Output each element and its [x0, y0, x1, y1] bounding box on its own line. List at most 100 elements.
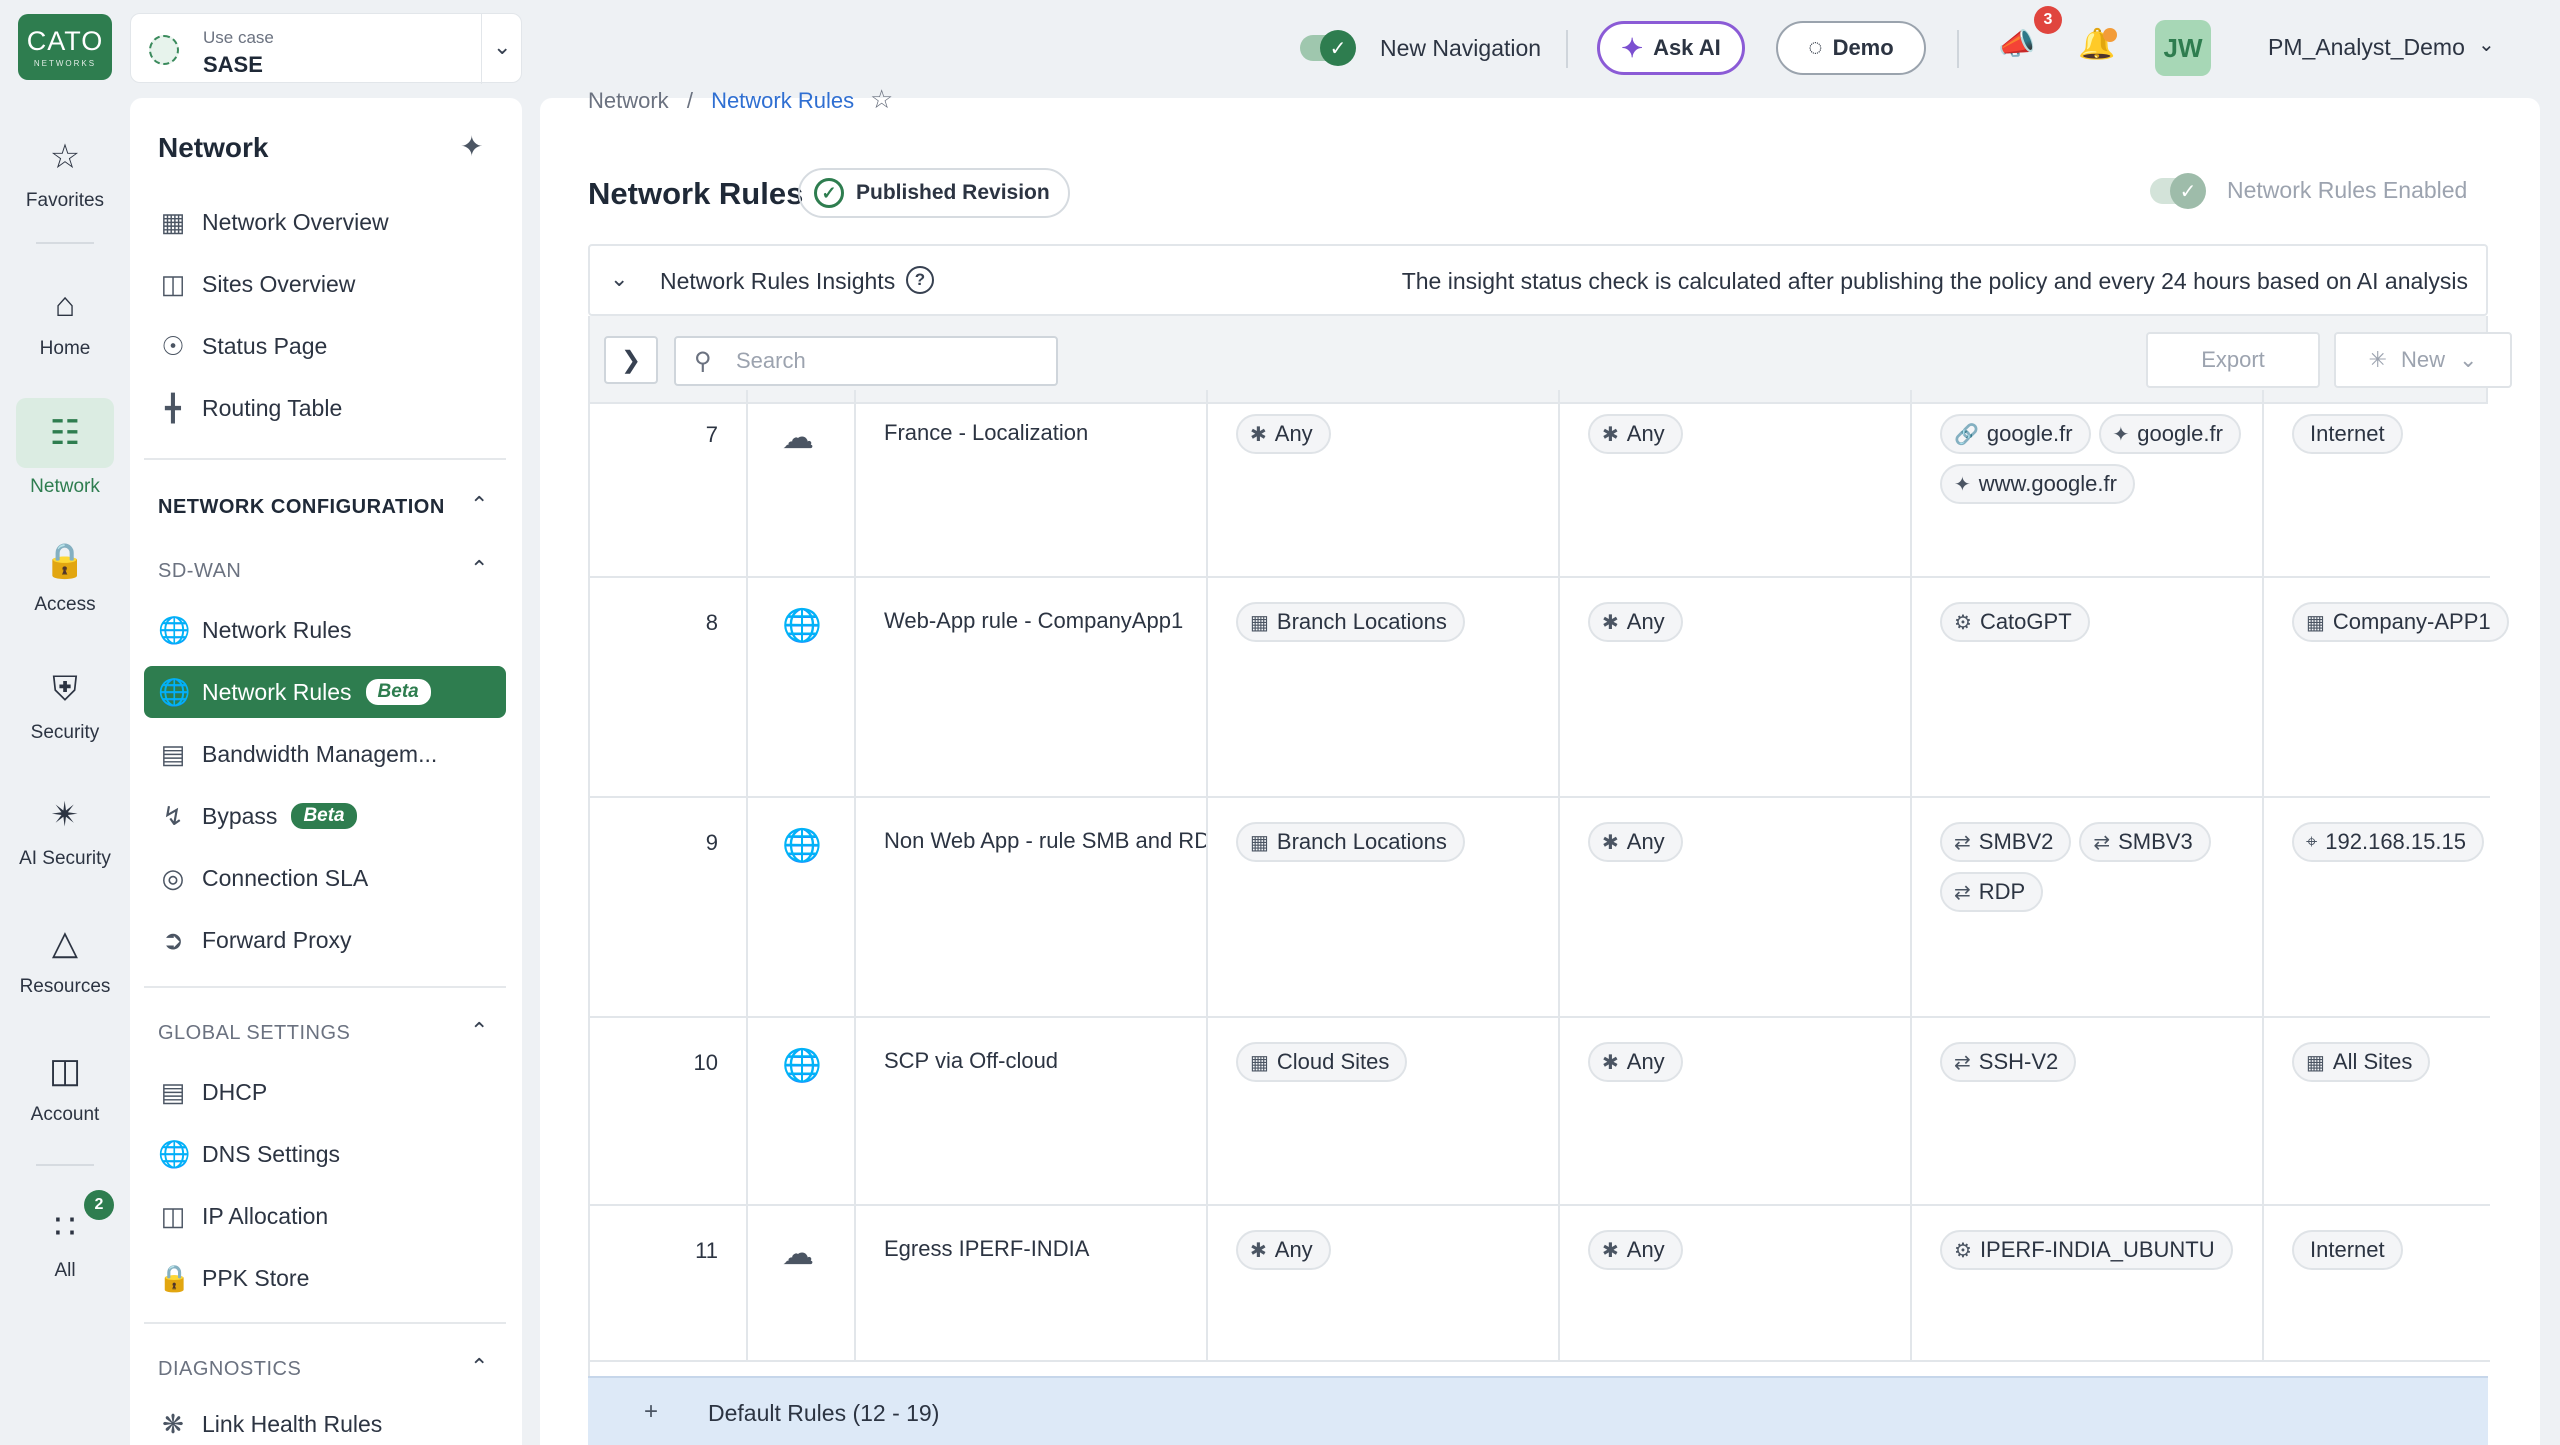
chevron-up-icon[interactable]: ⌃ [470, 492, 488, 518]
unpin-icon[interactable]: ✦ [460, 130, 483, 163]
rule-name[interactable]: France - Localization [884, 420, 1088, 446]
apps-grid-icon: ∷ [54, 1208, 76, 1246]
breadcrumb-network[interactable]: Network [588, 88, 669, 113]
rule-chip[interactable]: ✱ Any [1236, 1230, 1331, 1270]
rule-name-cell: Web-App rule - CompanyApp1 [856, 578, 1208, 796]
lock-icon: 🔒 [43, 542, 87, 580]
sidebar-item-forward-proxy[interactable]: ➲ Forward Proxy [144, 914, 506, 966]
rule-chip[interactable]: ✱ Any [1588, 1230, 1683, 1270]
chevron-up-icon[interactable]: ⌃ [470, 1354, 488, 1380]
rule-chip[interactable]: ✱ Any [1588, 822, 1683, 862]
use-case-icon [149, 35, 179, 65]
asterisk-icon: ✱ [1602, 1239, 1619, 1262]
rule-chip[interactable]: ⌖ 192.168.15.15 [2292, 822, 2484, 862]
sidebar-item-sites-overview[interactable]: ◫ Sites Overview [144, 258, 506, 310]
rule-chip[interactable]: ▦ Company-APP1 [2292, 602, 2509, 642]
rule-chip[interactable]: ⇄ SMBV2 [1940, 822, 2072, 862]
default-rules-row[interactable]: + Default Rules (12 - 19) [588, 1376, 2488, 1445]
table-row[interactable]: 8 🌐 Web-App rule - CompanyApp1 ▦ Branch Loca… [590, 578, 2509, 798]
sidebar-item-ip-allocation[interactable]: ◫ IP Allocation [144, 1190, 506, 1242]
new-button[interactable]: ✳ New ⌄ [2334, 332, 2512, 388]
published-revision-badge[interactable]: ✓ Published Revision [798, 168, 1070, 218]
chevron-down-icon[interactable]: ⌄ [493, 34, 511, 60]
chevron-down-icon[interactable]: ⌄ [610, 266, 628, 292]
rule-chip[interactable]: Internet [2292, 1230, 2403, 1270]
use-case-selector[interactable]: Use case SASE ⌄ [130, 13, 522, 84]
chevron-up-icon[interactable]: ⌃ [470, 556, 488, 582]
rule-name[interactable]: Egress IPERF-INDIA [884, 1236, 1089, 1262]
rule-chip[interactable]: ▦ Branch Locations [1236, 602, 1465, 642]
table-row[interactable]: 11 ☁ Egress IPERF-INDIA ✱ Any ✱ Any ⚙ IPERF-INDI… [590, 1206, 2490, 1362]
sidebar-item-network-overview[interactable]: ▦ Network Overview [144, 196, 506, 248]
globe-icon: 🌐 [782, 827, 822, 863]
sidebar-item-ppk-store[interactable]: 🔒 PPK Store [144, 1252, 506, 1304]
sidebar-item-status-page[interactable]: ☉ Status Page [144, 320, 506, 372]
rail-security[interactable]: ⛨ Security [0, 664, 130, 744]
rule-chip[interactable]: ✦ google.fr [2098, 414, 2241, 454]
sidebar-item-dns-settings[interactable]: 🌐 DNS Settings [144, 1128, 506, 1180]
cato-logo[interactable]: CATO NETWORKS [18, 14, 112, 80]
rule-chip[interactable]: ✦ www.google.fr [1940, 464, 2135, 504]
expand-button[interactable]: ❯ [604, 336, 658, 384]
rail-network[interactable]: ☷ Network [0, 398, 130, 498]
rule-chip[interactable]: ▦ Branch Locations [1236, 822, 1465, 862]
rule-number-cell: 9 [590, 798, 748, 1016]
sidebar-item-dhcp[interactable]: ▤ DHCP [144, 1066, 506, 1118]
help-icon[interactable]: ? [906, 266, 934, 294]
rule-name[interactable]: Non Web App - rule SMB and RDP [884, 828, 1206, 854]
rule-chip[interactable]: ✱ Any [1236, 414, 1331, 454]
rule-type-cell: ☁ [748, 390, 856, 576]
search-input[interactable] [736, 346, 1046, 376]
layout-icon: ◫ [160, 1200, 186, 1231]
rule-source-cell: ▦ Branch Locations [1208, 578, 1560, 796]
rail-favorites[interactable]: ☆ Favorites [0, 132, 130, 212]
rule-chip[interactable]: ⚙ IPERF-INDIA_UBUNTU [1940, 1230, 2233, 1270]
breadcrumb-network-rules[interactable]: Network Rules [711, 88, 854, 113]
sidebar-item-routing-table[interactable]: ╋ Routing Table [144, 382, 506, 434]
sidebar-item-network-rules[interactable]: 🌐 Network Rules [144, 604, 506, 656]
rule-chip[interactable]: ⚙ CatoGPT [1940, 602, 2090, 642]
home-icon: ⌂ [54, 286, 76, 324]
sidebar-item-connection-sla[interactable]: ◎ Connection SLA [144, 852, 506, 904]
rail-ai-security[interactable]: ✴ AI Security [0, 790, 130, 870]
rule-chip[interactable]: Internet [2292, 414, 2403, 454]
rule-chip[interactable]: ⇄ SSH-V2 [1940, 1042, 2077, 1082]
rail-resources[interactable]: △ Resources [0, 918, 130, 998]
gear-icon: ⚙ [1954, 611, 1972, 634]
globe-icon: 🌐 [782, 607, 822, 643]
export-button[interactable]: Export [2146, 332, 2320, 388]
rule-type-cell: ☁ [748, 1206, 856, 1360]
chevron-up-icon[interactable]: ⌃ [470, 1018, 488, 1044]
rule-number: 9 [705, 830, 718, 855]
table-row[interactable]: 10 🌐 SCP via Off-cloud ▦ Cloud Sites ✱ Any ⇄ SSH… [590, 1018, 2490, 1206]
table-row[interactable]: 9 🌐 Non Web App - rule SMB and RDP ▦ Branch … [590, 798, 2490, 1018]
star-icon: ☆ [49, 138, 81, 176]
rule-name[interactable]: SCP via Off-cloud [884, 1048, 1058, 1074]
sidebar-item-link-health-rules[interactable]: ❋ Link Health Rules [144, 1398, 506, 1445]
rule-chip[interactable]: ▦ Cloud Sites [1236, 1042, 1408, 1082]
rail-home[interactable]: ⌂ Home [0, 280, 130, 360]
rail-access[interactable]: 🔒 Access [0, 536, 130, 616]
rule-number: 7 [705, 422, 718, 447]
insights-title[interactable]: Network Rules Insights [660, 268, 895, 295]
rule-chip[interactable]: ⇄ SMBV3 [2079, 822, 2211, 862]
sidebar-item-bypass[interactable]: ↯ Bypass Beta [144, 790, 506, 842]
rule-chip[interactable]: ⇄ RDP [1940, 872, 2044, 912]
rail-account[interactable]: ◫ Account [0, 1046, 130, 1126]
rule-chip[interactable]: ✱ Any [1588, 1042, 1683, 1082]
bandwidth-icon: ▤ [160, 738, 186, 769]
rule-chip[interactable]: ▦ All Sites [2292, 1042, 2431, 1082]
rule-chip[interactable]: 🔗 google.fr [1940, 414, 2091, 454]
table-row[interactable]: 7 ☁ France - Localization ✱ Any ✱ Any 🔗 google.f… [590, 390, 2490, 578]
grid-icon: ▦ [1250, 611, 1269, 634]
check-circle-icon: ✓ [814, 178, 844, 208]
network-rules-enabled-toggle[interactable]: ✓ [2150, 173, 2206, 209]
sidebar-item-network-rules-beta[interactable]: 🌐 Network Rules Beta [144, 666, 506, 718]
rule-name[interactable]: Web-App rule - CompanyApp1 [884, 608, 1183, 634]
favorite-star-icon[interactable]: ☆ [870, 84, 893, 115]
sidebar-item-bandwidth-management[interactable]: ▤ Bandwidth Managem... [144, 728, 506, 780]
rule-chip[interactable]: ✱ Any [1588, 602, 1683, 642]
rule-chip[interactable]: ✱ Any [1588, 414, 1683, 454]
plus-icon[interactable]: + [644, 1398, 658, 1426]
globe-icon: 🌐 [782, 1047, 822, 1083]
